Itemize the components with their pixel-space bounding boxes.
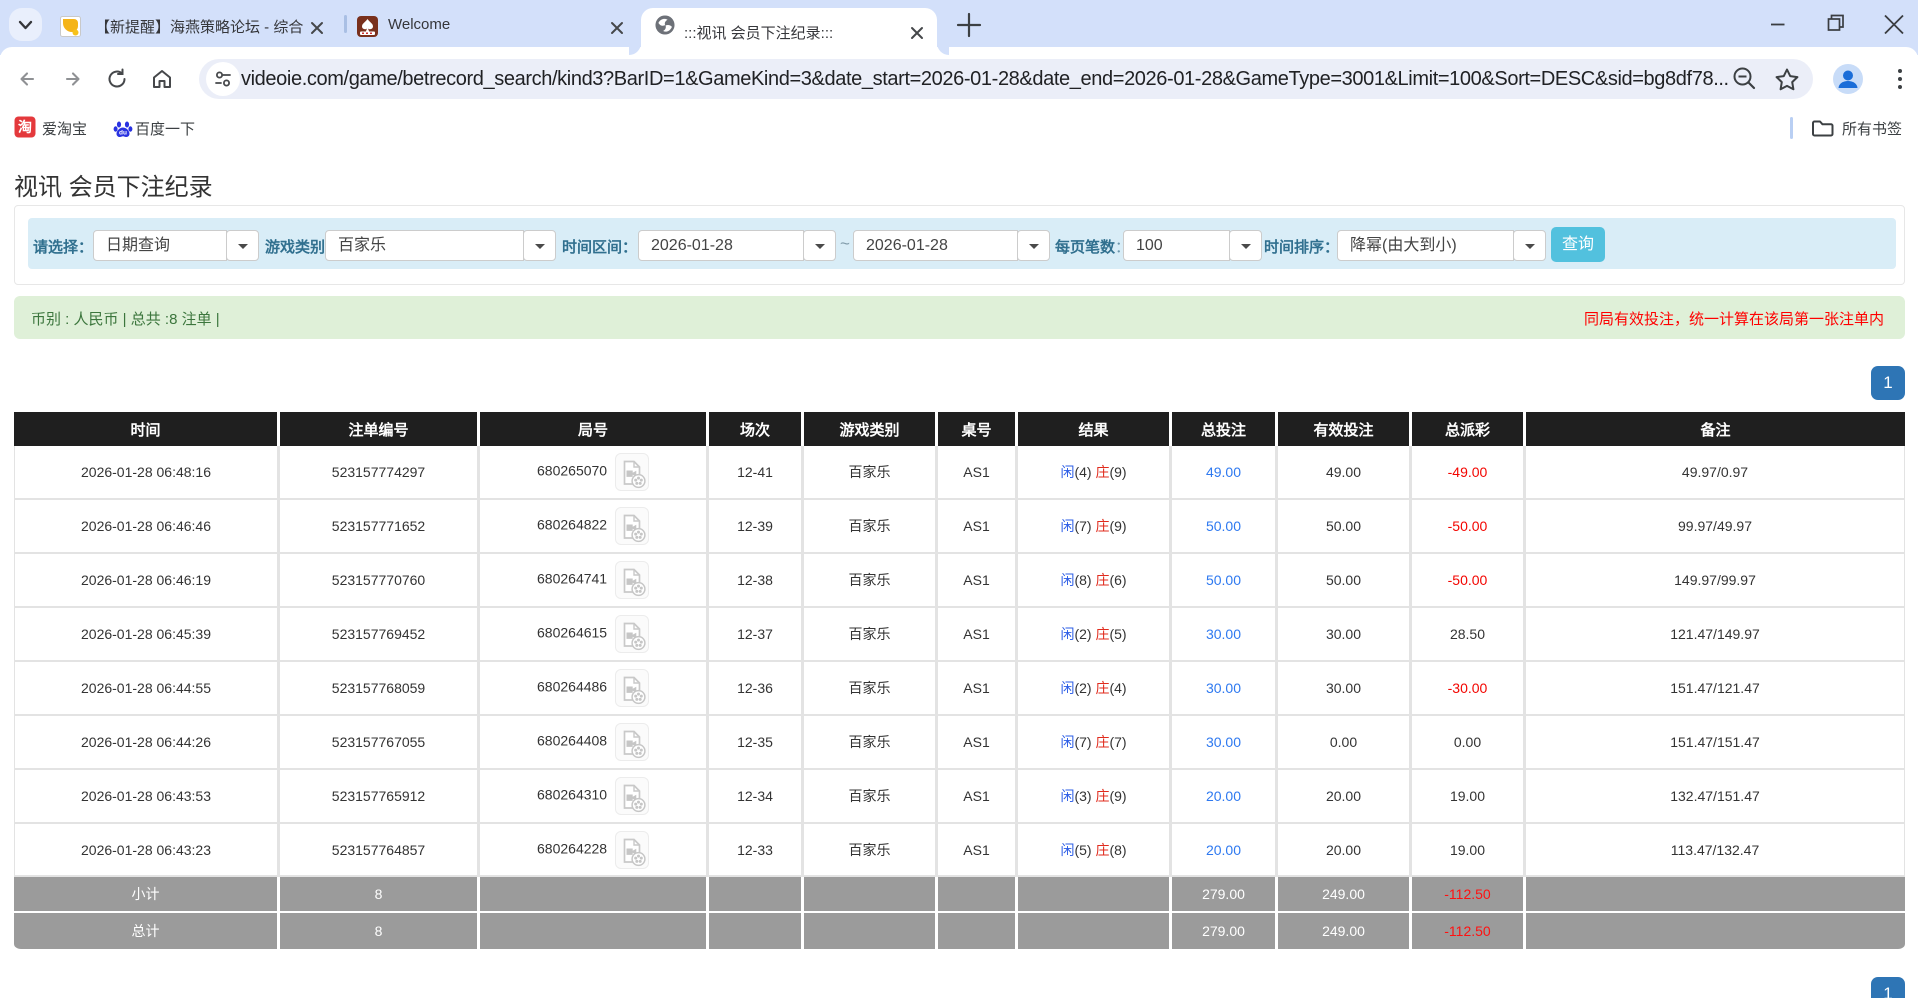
svg-text:du: du — [119, 130, 127, 137]
svg-text:淘: 淘 — [18, 119, 32, 135]
